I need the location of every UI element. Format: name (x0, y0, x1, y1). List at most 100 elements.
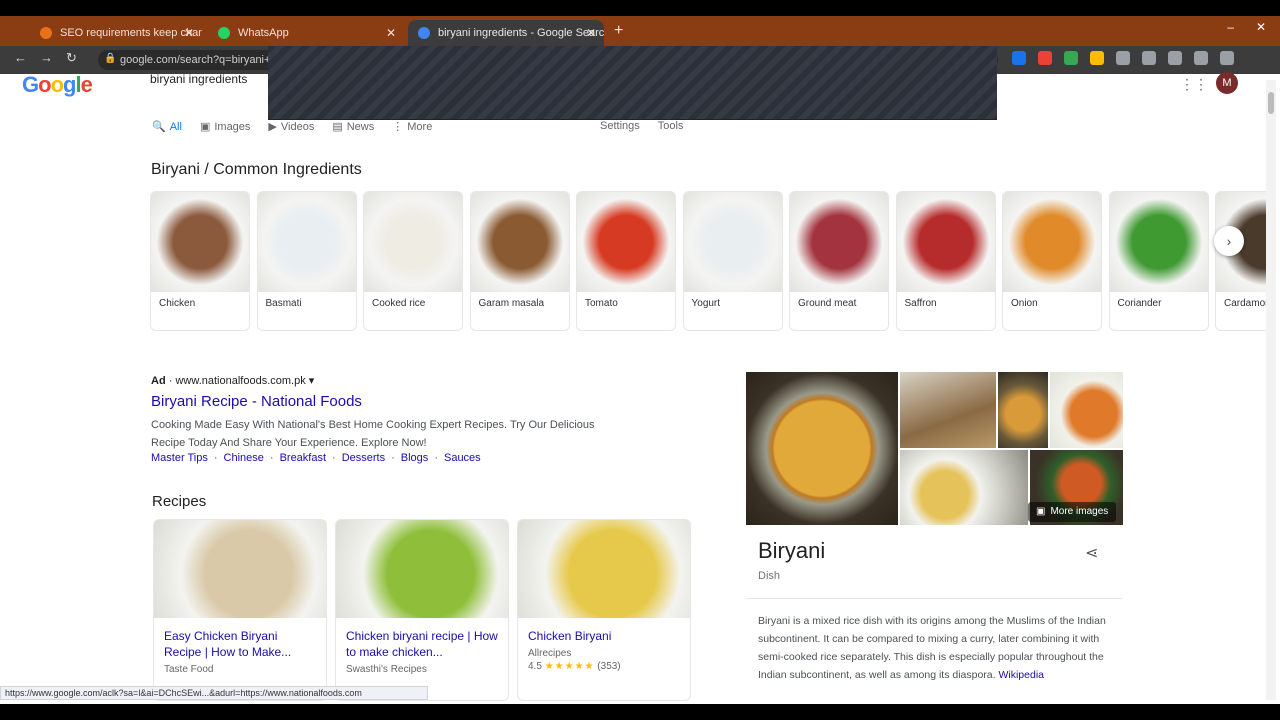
ad-title-link[interactable]: Biryani Recipe - National Foods (151, 393, 362, 410)
search-icon: 🔍 (152, 121, 166, 133)
tab-favicon-icon (40, 27, 52, 39)
ingredient-image (1003, 192, 1101, 292)
extension-icon[interactable] (1090, 51, 1104, 65)
separator: · (332, 452, 336, 464)
more-images-button[interactable]: ▣ More images (1028, 502, 1117, 522)
wikipedia-link[interactable]: Wikipedia (998, 669, 1044, 681)
status-bar: https://www.google.com/aclk?sa=l&ai=DChc… (0, 686, 428, 700)
ingredient-card[interactable]: Yogurt (682, 191, 783, 331)
ad-sitelink[interactable]: Breakfast (280, 452, 326, 464)
tab-more[interactable]: ⋮ More (392, 120, 432, 134)
scrollbar[interactable] (1266, 80, 1276, 700)
avatar[interactable]: M (1216, 72, 1238, 94)
ingredient-card[interactable]: Basmati (256, 191, 357, 331)
separator: · (269, 452, 274, 464)
tab-0[interactable]: SEO requirements keep changing ✕ (30, 20, 202, 46)
recipe-card[interactable]: Easy Chicken Biryani Recipe | How to Mak… (153, 519, 327, 701)
forward-icon[interactable]: → (40, 50, 53, 65)
ingredient-card[interactable]: Onion (1002, 191, 1102, 331)
minimize-icon[interactable]: – (1227, 20, 1234, 34)
search-input[interactable]: biryani ingredients (150, 72, 247, 86)
back-icon[interactable]: ← (14, 50, 27, 65)
apps-grid-icon[interactable]: ⋮⋮ (1180, 76, 1208, 93)
plus-icon[interactable]: + (614, 22, 623, 40)
extension-icon[interactable] (1038, 51, 1052, 65)
settings-link[interactable]: Settings (600, 120, 640, 132)
extension-icon[interactable] (1168, 51, 1182, 65)
recipe-source: Allrecipes (528, 648, 572, 659)
chevron-down-icon[interactable]: ▾ (309, 375, 315, 387)
spices-image[interactable] (900, 372, 996, 448)
knowledge-panel-description: Biryani is a mixed rice dish with its or… (758, 615, 1106, 681)
ad-sitelink[interactable]: Sauces (444, 452, 481, 464)
google-logo[interactable]: Google (22, 72, 93, 98)
extension-icon[interactable] (1194, 51, 1208, 65)
ingredients-heading: Biryani / Common Ingredients (151, 161, 362, 178)
extension-icon[interactable] (1116, 51, 1130, 65)
recipe-title[interactable]: Easy Chicken Biryani Recipe | How to Mak… (154, 618, 326, 660)
whatsapp-icon (218, 27, 230, 39)
share-icon[interactable]: ⋖ (1085, 543, 1098, 563)
scrollbar-thumb[interactable] (1268, 92, 1274, 114)
ingredient-image (470, 192, 569, 292)
ad-sitelink[interactable]: Blogs (401, 452, 429, 464)
tab-news[interactable]: ▤ News (332, 120, 374, 134)
ad-description: Cooking Made Easy With National's Best H… (151, 419, 595, 449)
ad-sitelink[interactable]: Chinese (224, 452, 264, 464)
tab-2[interactable]: biryani ingredients - Google Search ✕ (408, 20, 604, 46)
recipe-card[interactable]: Chicken Biryani Allrecipes 4.5 ★★★★★ (35… (517, 519, 691, 701)
reload-icon[interactable]: ↻ (66, 50, 77, 66)
close-icon[interactable]: ✕ (184, 26, 194, 40)
close-window-icon[interactable]: ✕ (1256, 20, 1266, 34)
ingredient-image (364, 192, 462, 292)
close-icon[interactable]: ✕ (386, 26, 396, 40)
more-icon: ⋮ (392, 121, 404, 133)
search-tools: Settings Tools (600, 120, 683, 132)
ad-sitelink[interactable]: Master Tips (151, 452, 208, 464)
window-controls: – ✕ (1227, 20, 1266, 34)
recipe-source: Taste Food (164, 664, 214, 675)
ingredient-label: Tomato (585, 298, 618, 309)
biryani-plate-image[interactable] (998, 372, 1048, 448)
ingredients-carousel: Chicken Basmati Cooked rice Garam masala Tom… (150, 191, 1266, 333)
biryani-image[interactable] (746, 372, 898, 525)
ingredient-label: Coriander (1117, 298, 1162, 309)
biryani-bowl-image[interactable] (1050, 372, 1123, 448)
ingredient-card[interactable]: Garam masala (469, 191, 570, 331)
ingredient-card[interactable]: Coriander (1108, 191, 1209, 331)
biryani-dishes-image[interactable] (900, 450, 1028, 525)
ingredient-card[interactable]: Saffron (895, 191, 996, 331)
extension-icon[interactable] (1142, 51, 1156, 65)
knowledge-panel-subtitle: Dish (758, 570, 781, 582)
ad-label: Ad (151, 375, 166, 387)
tab-title: WhatsApp (238, 27, 289, 39)
screen-top-border (0, 0, 1280, 16)
extension-icon[interactable] (1064, 51, 1078, 65)
tab-images[interactable]: ▣ Images (200, 120, 250, 134)
close-icon[interactable]: ✕ (586, 26, 596, 40)
tools-link[interactable]: Tools (658, 120, 684, 132)
ingredient-label: Chicken (159, 298, 196, 309)
ingredient-card[interactable]: Cooked rice (363, 191, 463, 331)
ingredient-card[interactable]: Cardamom (1215, 191, 1266, 331)
ingredient-image (896, 192, 995, 292)
extension-icon[interactable] (1012, 51, 1026, 65)
ad-sitelink[interactable]: Desserts (342, 452, 385, 464)
recipe-title[interactable]: Chicken biryani recipe | How to make chi… (336, 618, 508, 660)
ingredient-card[interactable]: Ground meat (789, 191, 889, 331)
tab-1[interactable]: WhatsApp ✕ (208, 20, 404, 46)
extension-icons (1012, 51, 1234, 65)
recipe-card[interactable]: Chicken biryani recipe | How to make chi… (335, 519, 509, 701)
ingredient-card[interactable]: Tomato (576, 191, 676, 331)
ingredient-label: Yogurt (691, 298, 721, 309)
tab-videos[interactable]: ▶ Videos (268, 120, 314, 134)
chevron-right-icon[interactable]: › (1214, 226, 1244, 256)
tab-all[interactable]: 🔍 All (152, 120, 182, 134)
ingredient-card[interactable]: Chicken (150, 191, 250, 331)
ingredient-label: Ground meat (798, 298, 857, 309)
recipe-title[interactable]: Chicken Biryani (518, 618, 690, 644)
extension-icon[interactable] (1220, 51, 1234, 65)
ingredient-image (683, 192, 782, 292)
ingredient-image (790, 192, 888, 292)
separator: · (434, 452, 438, 464)
